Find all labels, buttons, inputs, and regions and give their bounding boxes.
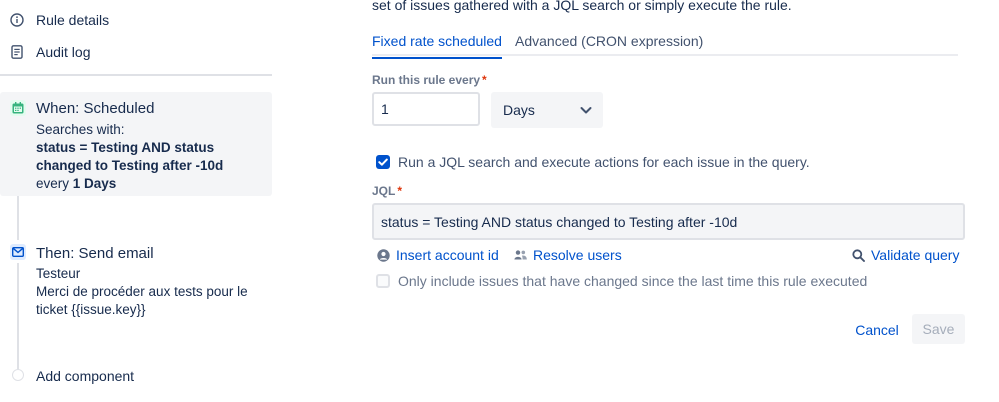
trigger-title: When: Scheduled <box>36 100 155 117</box>
trigger-description: Searches with: status = Testing AND stat… <box>36 121 256 193</box>
sidebar-divider <box>0 74 272 76</box>
trigger-every-prefix: every <box>36 176 70 191</box>
tab-fixed-rate[interactable]: Fixed rate scheduled <box>372 33 502 59</box>
document-icon <box>10 45 24 59</box>
validate-query-label: Validate query <box>871 247 960 263</box>
add-component-link[interactable]: Add component <box>36 368 134 384</box>
calendar-icon <box>10 100 26 116</box>
action-title: Then: Send email <box>36 245 154 262</box>
resolve-users-label: Resolve users <box>533 247 622 263</box>
intro-text: set of issues gathered with a JQL search… <box>372 0 792 13</box>
nav-audit-log[interactable]: Audit log <box>0 40 272 64</box>
insert-account-id-link[interactable]: Insert account id <box>377 247 499 263</box>
validate-query-link[interactable]: Validate query <box>852 247 959 263</box>
chevron-down-icon <box>579 103 593 117</box>
nav-audit-log-label: Audit log <box>36 44 91 60</box>
search-icon <box>852 248 865 262</box>
run-every-input[interactable] <box>372 92 480 126</box>
insert-account-id-label: Insert account id <box>396 247 499 263</box>
check-icon <box>378 158 388 166</box>
jql-label: JQL * <box>372 184 402 198</box>
schedule-tabs: Fixed rate scheduled Advanced (CRON expr… <box>372 30 958 59</box>
trigger-every-value: 1 Days <box>72 176 117 191</box>
unit-select-value: Days <box>503 102 535 118</box>
only-changed-checkbox-label: Only include issues that have changed si… <box>398 273 868 289</box>
tab-advanced-cron[interactable]: Advanced (CRON expression) <box>515 33 703 55</box>
unit-select[interactable]: Days <box>491 92 603 128</box>
jql-label-text: JQL <box>372 184 396 198</box>
run-every-label: Run this rule every * <box>372 73 487 87</box>
user-circle-icon <box>377 248 390 262</box>
mail-icon <box>10 244 26 260</box>
people-icon <box>514 250 527 260</box>
required-marker: * <box>397 184 403 198</box>
trigger-frequency: every 1 Days <box>36 175 256 193</box>
action-message: Merci de procéder aux tests pour le tick… <box>36 284 248 317</box>
resolve-users-link[interactable]: Resolve users <box>514 247 622 263</box>
run-jql-checkbox-label: Run a JQL search and execute actions for… <box>398 154 810 170</box>
action-description: Testeur Merci de procéder aux tests pour… <box>36 265 258 319</box>
save-button[interactable]: Save <box>912 314 965 344</box>
run-every-label-text: Run this rule every <box>372 73 481 87</box>
jql-input[interactable] <box>372 203 965 240</box>
trigger-searches-prefix: Searches with: <box>36 122 125 137</box>
info-icon <box>10 13 24 27</box>
action-recipient: Testeur <box>36 266 81 281</box>
only-changed-checkbox[interactable] <box>376 274 390 288</box>
nav-rule-details-label: Rule details <box>36 12 110 28</box>
trigger-query: status = Testing AND status changed to T… <box>36 140 224 173</box>
action-card-send-email[interactable]: Then: Send email Testeur Merci de procéd… <box>0 238 272 322</box>
required-marker: * <box>482 73 487 87</box>
add-component-node-icon <box>12 369 24 381</box>
trigger-card-scheduled[interactable]: When: Scheduled Searches with: status = … <box>0 92 272 196</box>
cancel-button[interactable]: Cancel <box>846 315 908 345</box>
nav-rule-details[interactable]: Rule details <box>0 8 272 32</box>
run-jql-checkbox[interactable] <box>376 155 390 169</box>
